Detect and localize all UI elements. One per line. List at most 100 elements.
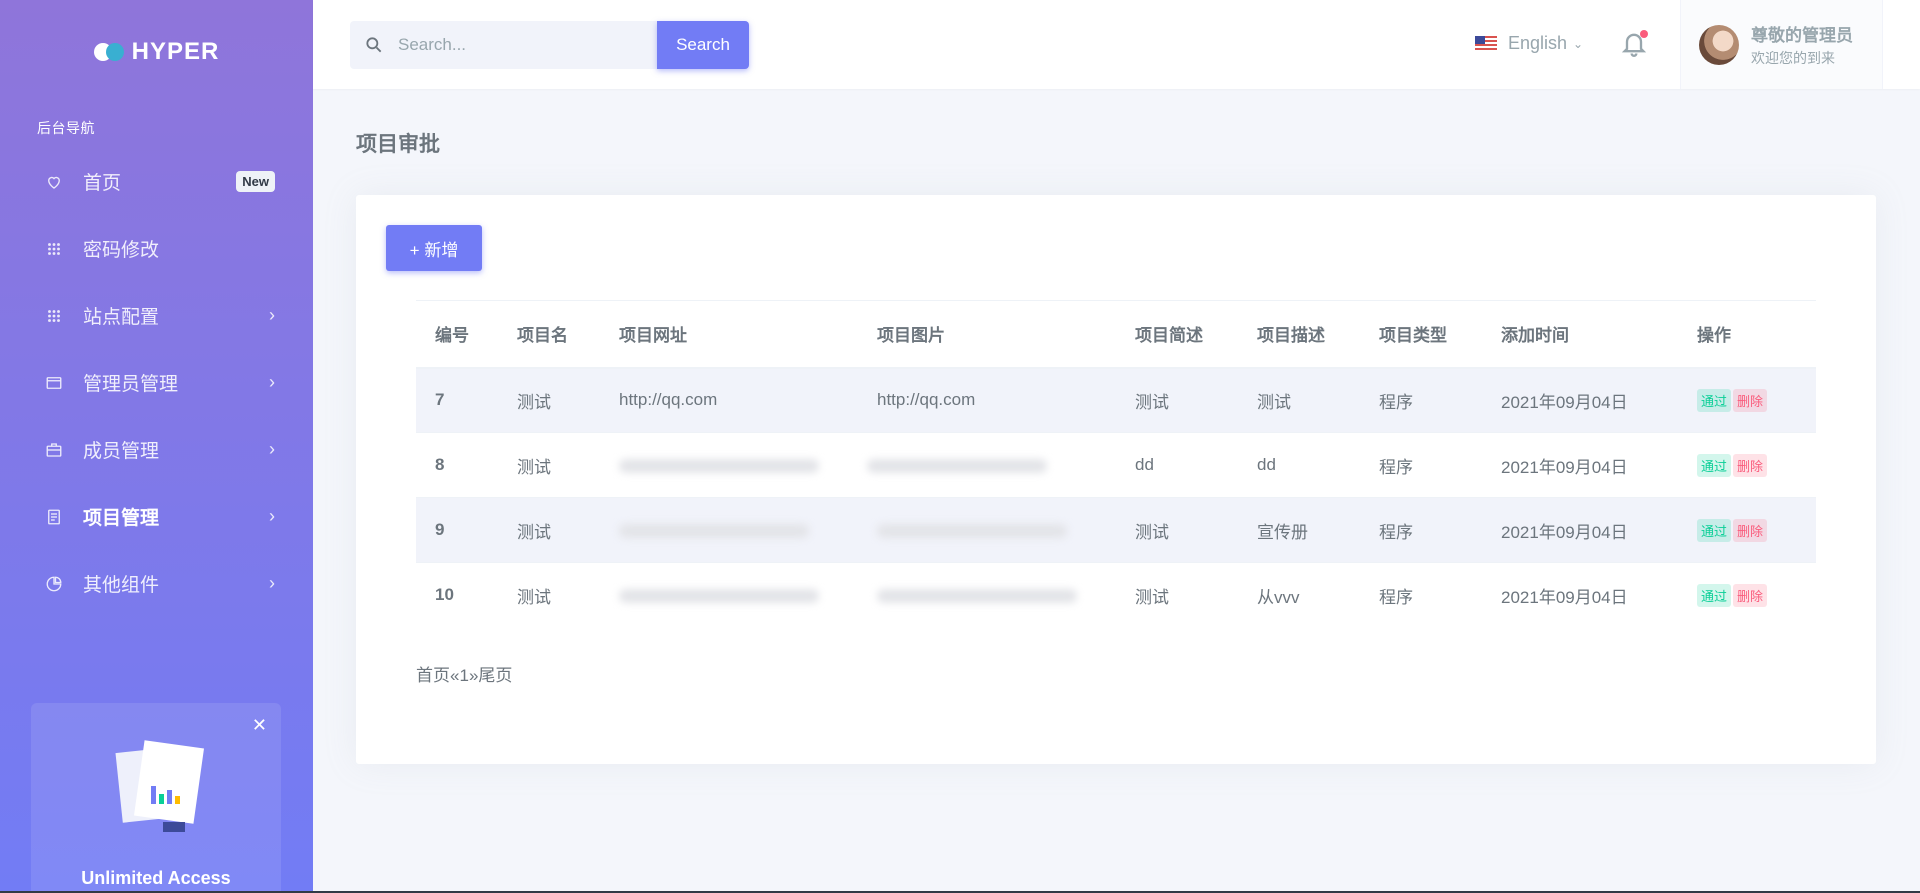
report-illustration-icon	[115, 740, 204, 832]
add-button[interactable]: + 新增	[386, 225, 482, 271]
sidebar-item-admin[interactable]: 管理员管理 ›	[0, 349, 313, 416]
sidebar-item-label: 其他组件	[83, 575, 160, 596]
sidebar-item-label: 项目管理	[83, 508, 160, 529]
cell-time: 2021年09月04日	[1482, 497, 1678, 563]
cell-time: 2021年09月04日	[1482, 432, 1678, 498]
redacted-text	[619, 523, 809, 538]
cell-desc: dd	[1238, 432, 1360, 498]
page-title: 项目审批	[356, 133, 440, 156]
topbar: Search English ⌄ 尊敬的管理员 欢迎您的到来	[313, 0, 1920, 89]
sidebar-item-members[interactable]: 成员管理 ›	[0, 416, 313, 483]
cell-image	[858, 497, 1116, 563]
close-icon[interactable]: ✕	[252, 715, 267, 736]
user-subtitle: 欢迎您的到来	[1751, 50, 1835, 66]
logo-icon	[93, 41, 128, 63]
cell-url	[600, 432, 858, 498]
cell-actions: 通过 删除	[1678, 367, 1816, 433]
content-card: + 新增 编号 项目名 项目网址 项目图片 项目简述 项目描述 项目类型 添加时…	[356, 195, 1876, 764]
search-input[interactable]	[398, 35, 638, 55]
sidebar-item-password[interactable]: 密码修改	[0, 215, 313, 282]
cell-id: 7	[416, 367, 498, 433]
table-row: 7 测试 http://qq.com http://qq.com 测试 测试 程…	[416, 367, 1816, 433]
chevron-right-icon: ›	[269, 573, 275, 593]
cell-desc: 宣传册	[1238, 497, 1360, 563]
cell-name: 测试	[498, 367, 600, 433]
sidebar-item-label: 首页	[83, 173, 122, 194]
approve-button[interactable]: 通过	[1697, 388, 1732, 412]
cell-actions: 通过 删除	[1678, 497, 1816, 563]
pagination: 首页«1»尾页	[416, 661, 512, 686]
column-header: 添加时间	[1482, 300, 1678, 369]
sidebar-item-projects[interactable]: 项目管理 ›	[0, 483, 313, 550]
cell-desc: 从vvv	[1238, 562, 1360, 628]
cell-time: 2021年09月04日	[1482, 562, 1678, 628]
cell-id: 10	[416, 562, 498, 628]
heart-icon	[43, 171, 65, 193]
redacted-text	[877, 523, 1067, 538]
column-header: 项目简述	[1116, 300, 1238, 369]
cell-brief: 测试	[1116, 497, 1238, 563]
projects-table: 编号 项目名 项目网址 项目图片 项目简述 项目描述 项目类型 添加时间 操作 …	[416, 300, 1816, 628]
column-header: 项目名	[498, 300, 600, 369]
approve-button[interactable]: 通过	[1697, 583, 1732, 607]
logo[interactable]: HYPER	[0, 0, 313, 104]
page-first-link[interactable]: 首页	[416, 666, 450, 685]
cell-url	[600, 562, 858, 628]
chevron-right-icon: ›	[269, 439, 275, 459]
page-last-link[interactable]: 尾页	[478, 666, 512, 685]
table-row: 9 测试 测试 宣传册 程序 2021年09月04日 通过 删除	[416, 497, 1816, 563]
search-icon	[366, 37, 382, 53]
cell-image	[858, 432, 1116, 498]
approve-button[interactable]: 通过	[1697, 518, 1732, 542]
sidebar-item-label: 站点配置	[83, 307, 160, 328]
sidebar: HYPER 后台导航 首页 New 密码修改 站点配置 › 管理员管理 › 成员…	[0, 0, 313, 893]
table-row: 10 测试 测试 从vvv 程序 2021年09月04日 通过 删除	[416, 562, 1816, 628]
language-selector[interactable]: English ⌄	[1475, 33, 1583, 54]
cell-type: 程序	[1360, 367, 1482, 433]
avatar	[1699, 24, 1739, 65]
sidebar-item-site-config[interactable]: 站点配置 ›	[0, 282, 313, 349]
cell-image	[858, 562, 1116, 628]
cell-type: 程序	[1360, 432, 1482, 498]
chevron-down-icon: ⌄	[1573, 36, 1584, 51]
page-number-link[interactable]: 1	[459, 666, 468, 685]
delete-button[interactable]: 删除	[1733, 518, 1768, 542]
cell-desc: 测试	[1238, 367, 1360, 433]
sidebar-item-components[interactable]: 其他组件 ›	[0, 550, 313, 617]
nav-section-title: 后台导航	[37, 120, 95, 136]
notification-button[interactable]	[1620, 28, 1650, 62]
cell-url: http://qq.com	[600, 367, 858, 433]
delete-button[interactable]: 删除	[1733, 583, 1768, 607]
cell-id: 9	[416, 497, 498, 563]
page-next-link[interactable]: »	[469, 666, 478, 685]
cell-brief: 测试	[1116, 562, 1238, 628]
language-label: English	[1508, 33, 1568, 53]
logo-text: HYPER	[131, 38, 220, 65]
cell-url	[600, 497, 858, 563]
column-header: 编号	[416, 300, 498, 369]
approve-button[interactable]: 通过	[1697, 453, 1732, 477]
column-header: 项目描述	[1238, 300, 1360, 369]
cell-actions: 通过 删除	[1678, 432, 1816, 498]
user-menu[interactable]: 尊敬的管理员 欢迎您的到来	[1680, 0, 1883, 89]
search-button[interactable]: Search	[657, 21, 749, 69]
cell-time: 2021年09月04日	[1482, 367, 1678, 433]
document-icon	[43, 506, 65, 528]
chevron-right-icon: ›	[269, 372, 275, 392]
window-icon	[43, 372, 65, 394]
cell-brief: 测试	[1116, 367, 1238, 433]
sidebar-item-home[interactable]: 首页 New	[0, 148, 313, 215]
sidebar-item-label: 密码修改	[83, 240, 160, 261]
briefcase-icon	[43, 439, 65, 461]
sidebar-item-label: 成员管理	[83, 441, 160, 462]
column-header: 项目类型	[1360, 300, 1482, 369]
cell-name: 测试	[498, 497, 600, 563]
chevron-right-icon: ›	[269, 305, 275, 325]
delete-button[interactable]: 删除	[1733, 388, 1768, 412]
table-row: 8 测试 dd dd 程序 2021年09月04日 通过 删除	[416, 432, 1816, 498]
column-header: 项目网址	[600, 300, 858, 369]
cell-type: 程序	[1360, 562, 1482, 628]
delete-button[interactable]: 删除	[1733, 453, 1768, 477]
search-bar: Search	[350, 21, 749, 69]
promo-title: Unlimited Access	[81, 868, 231, 888]
